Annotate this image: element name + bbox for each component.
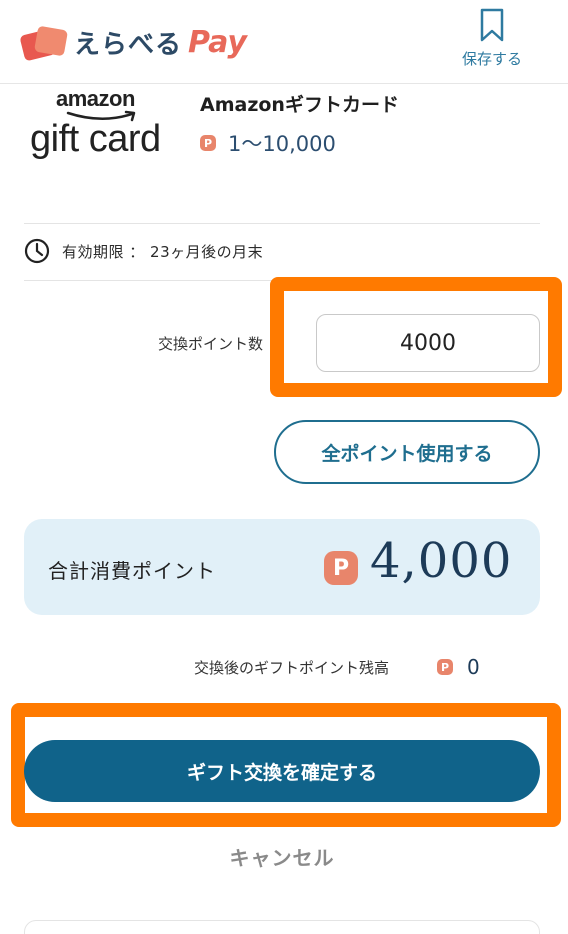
brand-top-text: amazon bbox=[56, 86, 135, 111]
cancel-link[interactable]: キャンセル bbox=[0, 842, 564, 871]
app-header: えらべる Pay 保存する bbox=[0, 0, 568, 84]
erabell-pay-logo[interactable]: えらべる Pay bbox=[19, 18, 247, 66]
bottom-card bbox=[24, 920, 540, 934]
divider bbox=[24, 223, 540, 224]
expiry-row: 有効期限 ： 23ヶ月後の月末 bbox=[24, 238, 263, 264]
brand-bottom-text: gift card bbox=[30, 118, 161, 160]
point-icon: P bbox=[200, 135, 216, 151]
product-name: Amazonギフトカード bbox=[200, 94, 399, 116]
logo-pay-text: Pay bbox=[188, 24, 247, 60]
expiry-text: 有効期限 ： 23ヶ月後の月末 bbox=[62, 242, 264, 261]
total-points-card: 合計消費ポイント P 4,000 bbox=[24, 519, 540, 615]
amazon-gift-card-logo: amazon gift card bbox=[28, 86, 174, 166]
total-points-label: 合計消費ポイント bbox=[48, 559, 216, 583]
point-range: P 1〜10,000 bbox=[200, 128, 336, 158]
save-button[interactable]: 保存する bbox=[454, 6, 530, 70]
remaining-balance-row: 交換後のギフトポイント残高 P 0 bbox=[194, 655, 480, 679]
exchange-points-label: 交換ポイント数 bbox=[158, 335, 264, 353]
save-label: 保存する bbox=[461, 50, 522, 68]
exchange-points-input[interactable] bbox=[316, 314, 540, 372]
clock-icon bbox=[24, 238, 50, 264]
logo-cards-icon bbox=[19, 22, 69, 62]
confirm-exchange-button[interactable]: ギフト交換を確定する bbox=[24, 740, 540, 802]
bookmark-icon bbox=[480, 8, 504, 42]
use-all-points-button[interactable]: 全ポイント使用する bbox=[274, 420, 540, 484]
total-points-value: 4,000 bbox=[370, 533, 513, 589]
remaining-balance-label: 交換後のギフトポイント残高 bbox=[194, 658, 390, 677]
remaining-balance-value: 0 bbox=[467, 655, 480, 679]
point-icon: P bbox=[437, 659, 454, 675]
point-range-text: 1〜10,000 bbox=[228, 132, 336, 156]
logo-text: えらべる bbox=[74, 29, 183, 60]
point-icon: P bbox=[324, 551, 358, 585]
